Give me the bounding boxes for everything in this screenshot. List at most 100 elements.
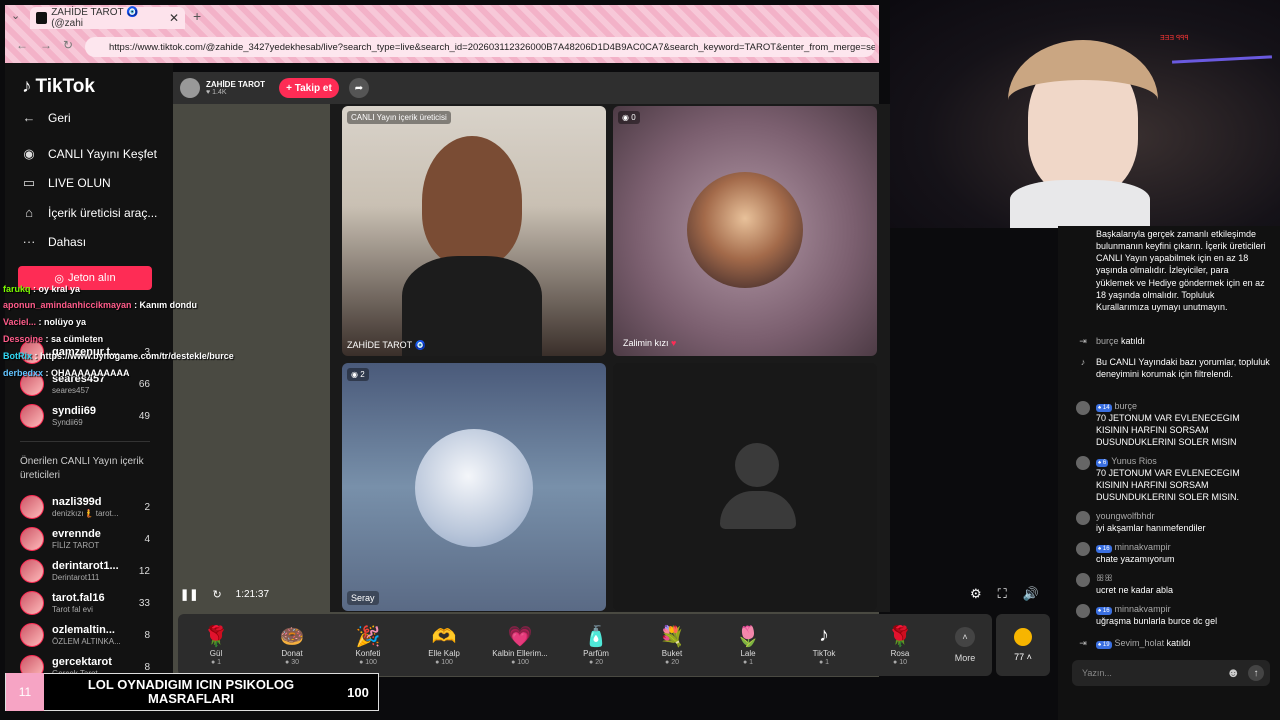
more-gifts-button[interactable]: ˄ More <box>938 614 992 676</box>
overlay-text: : https://www.bynogame.com/tr/destekle/b… <box>34 351 234 361</box>
browser-tab[interactable]: ZAHİDE TAROT 🧿 (@zahi ✕ <box>30 7 185 29</box>
join-icon: ⇥ <box>1079 638 1087 648</box>
tiktok-note-icon: ♪ <box>1080 357 1086 367</box>
chat-avatar[interactable] <box>1076 604 1090 618</box>
chat-message: ♠ 14 burçe 70 JETONUM VAR EVLENECEGIM KISI… <box>1076 400 1271 449</box>
send-icon[interactable]: ↑ <box>1248 665 1264 681</box>
suggested-account[interactable]: nazli399d denizkızı🧜 tarot... 2 <box>20 491 150 523</box>
join-message: ⇥ burçe katıldı <box>1076 335 1271 347</box>
chat-avatar[interactable] <box>1076 573 1090 587</box>
more-label: More <box>954 653 976 663</box>
tab-title: ZAHİDE TAROT 🧿 (@zahi <box>51 7 139 29</box>
tile-name: Zalimin kızı ♥ <box>623 338 676 348</box>
host-name[interactable]: ZAHİDE TAROT <box>206 80 265 89</box>
goal-text: LOL OYNADIGIM ICIN PSIKOLOG MASRAFLARI <box>87 676 295 706</box>
suggested-account[interactable]: ozlemaltin... ÖZLEM ALTINKA... 8 <box>20 619 150 651</box>
fullscreen-icon[interactable]: ⛶ <box>998 586 1007 602</box>
overlay-chat-line: aponun_amindanhiccikmayan : Kanım dondu <box>3 300 197 310</box>
overlay-chat-line: derbedxx : OHAAAAAAAAAA <box>3 368 130 378</box>
gift-item[interactable]: 🍩 Donat ● 30 <box>254 614 330 676</box>
chat-avatar[interactable] <box>1076 511 1090 525</box>
viewer-tag-count: 0 <box>631 113 636 122</box>
webcam-light <box>1171 55 1273 64</box>
back-link[interactable]: ← Geri <box>20 110 71 125</box>
creator-tools-icon: ⌂ <box>25 205 33 220</box>
chat-user[interactable]: minnakvampir <box>1115 542 1171 552</box>
gift-price: ● 30 <box>285 659 299 666</box>
volume-icon[interactable]: 🔊 <box>1023 586 1039 602</box>
gift-item[interactable]: 💐 Buket ● 20 <box>634 614 710 676</box>
suggested-account[interactable]: evrennde FİLİZ TAROT 4 <box>20 523 150 555</box>
gift-item[interactable]: 🧴 Parfüm ● 20 <box>558 614 634 676</box>
chat-user[interactable]: ꕥꕥ <box>1096 572 1173 584</box>
settings-icon[interactable]: ⚙ <box>970 586 982 602</box>
gift-item[interactable]: 💗 Kalbin Ellerim... ● 100 <box>482 614 558 676</box>
chat-input[interactable]: Yazın... ☻ ↑ <box>1072 660 1270 686</box>
level-number: 14 <box>1102 405 1110 411</box>
coin-balance[interactable]: 77 ˄ <box>996 614 1050 676</box>
chat-user[interactable]: Sevim_holat <box>1115 638 1165 648</box>
overlay-user: aponun_amindanhiccikmayan <box>3 300 132 310</box>
gift-item[interactable]: 🎉 Konfeti ● 100 <box>330 614 406 676</box>
overlay-user: Vaciel... <box>3 317 37 327</box>
share-icon[interactable]: ➦ <box>348 78 369 98</box>
tab-list-chevron-icon[interactable]: ⌄ <box>11 9 20 22</box>
follow-button[interactable]: + Takip et <box>278 78 339 98</box>
address-bar[interactable]: https://www.tiktok.com/@zahide_3427yedek… <box>85 37 875 57</box>
nav-more[interactable]: ··· Dahası <box>20 234 87 249</box>
player-controls: ❚❚ ↻ 1:21:37 <box>180 584 330 604</box>
gift-name: TikTok <box>812 649 836 658</box>
gift-name: Parfüm <box>583 649 609 658</box>
chat-user[interactable]: burçe <box>1096 336 1119 346</box>
chat-avatar[interactable] <box>1076 542 1090 556</box>
refresh-icon[interactable]: ↻ <box>212 588 221 601</box>
suggested-account[interactable]: tarot.fal16 Tarot fal evi 33 <box>20 587 150 619</box>
video-grid: CANLI Yayın içerik üreticisi ZAHİDE TARO… <box>330 104 890 612</box>
gift-item[interactable]: 🫶 Elle Kalp ● 100 <box>406 614 482 676</box>
guest-video-tile[interactable]: ◉ 0 Zalimin kızı ♥ <box>613 106 877 356</box>
close-tab-icon[interactable]: ✕ <box>169 11 179 25</box>
nav-go-live[interactable]: ▭ LIVE OLUN <box>20 175 111 191</box>
gift-icon: 🎉 <box>355 626 381 648</box>
gift-item[interactable]: ♪ TikTok ● 1 <box>786 614 862 676</box>
overlay-text: : sa cümleten <box>45 334 104 344</box>
gift-price: ● 100 <box>511 659 529 666</box>
emoji-icon[interactable]: ☻ <box>1226 665 1240 680</box>
host-video-tile[interactable]: CANLI Yayın içerik üreticisi ZAHİDE TARO… <box>342 106 606 356</box>
chat-message: youngwolfbhdr iyi akşamlar hanımefendiler <box>1076 510 1271 534</box>
account-name: tarot.fal16 <box>52 592 105 605</box>
gift-item[interactable]: 🌹 Gül ● 1 <box>178 614 254 676</box>
chat-user[interactable]: youngwolfbhdr <box>1096 510 1206 522</box>
empty-seat-tile[interactable] <box>613 363 877 611</box>
new-tab-icon[interactable]: + <box>193 8 201 24</box>
suggested-account[interactable]: derintarot1... Derintarot111 12 <box>20 555 150 587</box>
viewer-count: 12 <box>138 565 150 577</box>
coin-count: 77 <box>1014 652 1025 662</box>
chat-avatar[interactable] <box>1076 401 1090 415</box>
chat-user[interactable]: minnakvampir <box>1115 604 1171 614</box>
nav-creator-tools[interactable]: ⌂ İçerik üreticisi araç... <box>20 205 157 220</box>
chevron-up-icon: ˄ <box>955 627 975 647</box>
webcam-shirt <box>1010 180 1150 228</box>
reload-icon[interactable]: ↻ <box>63 38 73 52</box>
viewer-count: 49 <box>138 410 150 422</box>
coin-icon: ◎ <box>54 272 64 285</box>
following-account[interactable]: syndii69 Syndii69 49 <box>20 400 150 432</box>
gift-item[interactable]: 🌹 Rosa ● 10 <box>862 614 938 676</box>
nav-label: İçerik üreticisi araç... <box>48 205 158 220</box>
chat-avatar[interactable] <box>1076 456 1090 470</box>
guest-video-tile[interactable]: ◉ 2 Seray <box>342 363 606 611</box>
forward-arrow-icon[interactable]: → <box>40 38 52 52</box>
host-avatar[interactable] <box>180 78 200 98</box>
tile-name-text: Zalimin kızı <box>623 338 669 348</box>
tiktok-logo[interactable]: ♪ TikTok <box>22 76 95 98</box>
chat-user[interactable]: burçe <box>1115 401 1138 411</box>
join-message: ⇥ ♠ 19 Sevim_holat katıldı <box>1076 637 1271 650</box>
chat-user[interactable]: Yunus Rios <box>1111 456 1157 466</box>
chat-text: ucret ne kadar abla <box>1096 585 1174 596</box>
back-arrow-icon[interactable]: ← <box>16 38 28 52</box>
pause-icon[interactable]: ❚❚ <box>180 588 198 601</box>
gift-item[interactable]: 🌷 Lale ● 1 <box>710 614 786 676</box>
nav-live-explore[interactable]: ◉ CANLI Yayını Keşfet <box>20 146 157 162</box>
chat-text: 70 JETONUM VAR EVLENECEGIM KISININ HARFI… <box>1096 468 1240 503</box>
